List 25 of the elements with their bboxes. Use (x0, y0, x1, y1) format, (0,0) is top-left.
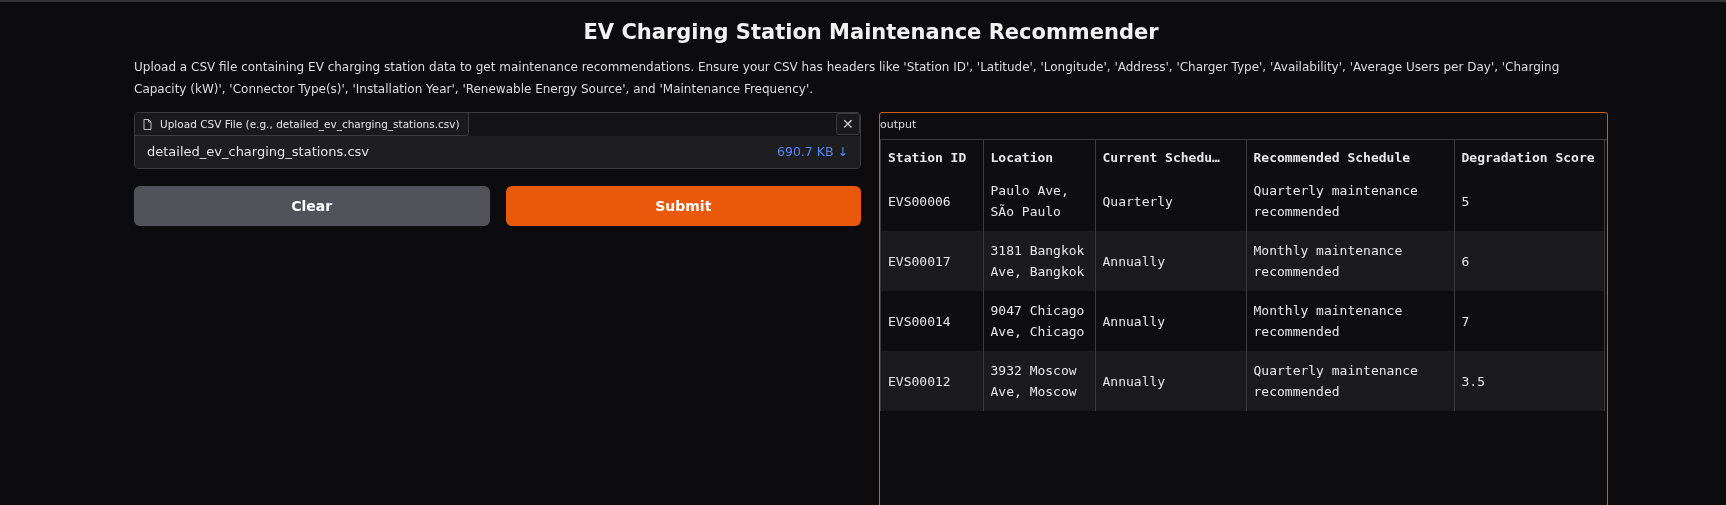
table-cell: Quarterly maintenance recommended (1246, 351, 1454, 411)
table-cell: 3932 Moscow Ave, Moscow (983, 351, 1095, 411)
page-title: EV Charging Station Maintenance Recommender (582, 20, 1160, 44)
table-cell: EVS00017 (881, 231, 983, 291)
table-cell: EVS00012 (881, 351, 983, 411)
file-icon (143, 118, 152, 130)
file-size-link[interactable]: 690.7 KB ↓ (777, 144, 848, 159)
column-header[interactable]: Current Schedu… (1095, 140, 1246, 171)
table-cell: 6 (1454, 231, 1604, 291)
column-header[interactable]: Degradation Score (1454, 140, 1604, 171)
table-cell: Annually (1095, 351, 1246, 411)
column-header[interactable]: Recommended Schedule (1246, 140, 1454, 171)
submit-button[interactable]: Submit (505, 186, 861, 226)
column-header[interactable]: Location (983, 140, 1095, 171)
close-button[interactable]: ✕ (836, 113, 860, 135)
description: Upload a CSV file containing EV charging station data to get maintenance recommendations. Ensure your CSV has headers like 'Station ID', 'Latitude', 'Longitude', 'Address', 'Charger Type', 'Availability', 'Average Users per Day', 'Charging Capacity (kW)', 'Connector Type(s)', 'Installation Year', 'Renewable Energy Source', and 'Maintenance Frequency'. (134, 59, 1561, 98)
output-label: output (880, 117, 917, 133)
table-cell: Annually (1095, 231, 1246, 291)
file-upload[interactable]: Upload CSV File (e.g., detailed_ev_charging_stations.csv) ✕ detailed_ev_charging_stations.csv 690.7 KB ↓ (134, 112, 861, 169)
table-cell: 3181 Bangkok Ave, Bangkok (983, 231, 1095, 291)
table-cell: Monthly maintenance recommended (1246, 231, 1454, 291)
table-cell: 3.5 (1454, 351, 1604, 411)
clear-button[interactable]: Clear (134, 186, 490, 226)
file-name: detailed_ev_charging_stations.csv (147, 144, 370, 159)
upload-label: Upload CSV File (e.g., detailed_ev_charging_stations.csv) (135, 113, 469, 136)
